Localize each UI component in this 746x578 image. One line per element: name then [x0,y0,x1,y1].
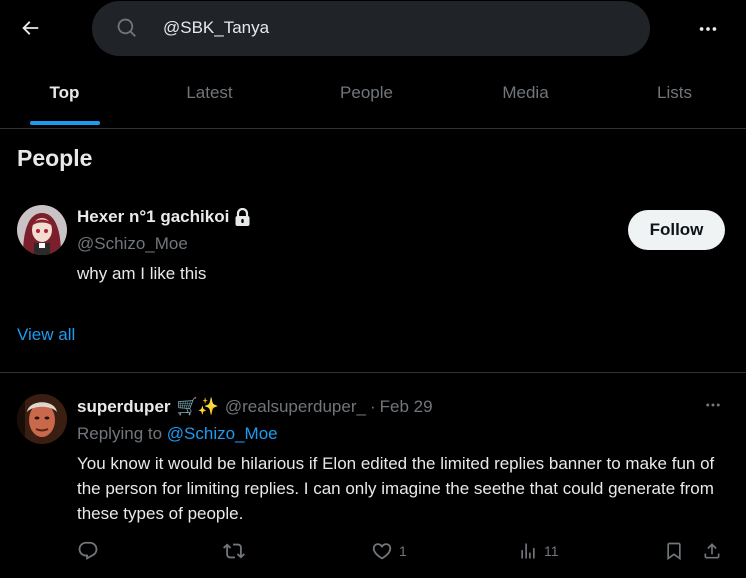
active-tab-indicator [30,121,100,125]
section-divider [0,372,746,373]
author-emoji: 🛒✨ [176,397,219,416]
replying-to: Replying to @Schizo_Moe [77,424,278,444]
tab-media[interactable]: Media [461,58,590,128]
post-header: superduper 🛒✨ @realsuperduper_ · Feb 29 [77,397,433,417]
user-name[interactable]: Hexer n°1 gachikoi [77,207,251,227]
post-author-name[interactable]: superduper [77,397,171,417]
post-text: You know it would be hilarious if Elon e… [77,454,715,523]
post-author-handle[interactable]: @realsuperduper_ [225,397,366,417]
replying-label: Replying to [77,424,163,443]
search-icon [117,18,136,37]
views-count: 11 [544,543,559,559]
follow-button[interactable]: Follow [628,210,725,250]
bookmark-button[interactable] [664,538,684,564]
bookmark-icon [667,542,681,561]
replying-handle[interactable]: @Schizo_Moe [167,424,278,443]
post-author-avatar[interactable] [17,394,67,444]
like-button[interactable]: 1 [371,538,407,564]
people-section-title: People [17,145,93,171]
reply-icon [78,541,98,560]
more-options-button[interactable] [693,14,723,44]
like-count: 1 [399,543,407,559]
search-tabs: Top Latest People Media Lists [0,58,746,129]
repost-icon [223,543,245,559]
views-button[interactable]: 11 [518,538,559,564]
repost-button[interactable] [222,538,252,564]
post-more-button[interactable] [698,393,728,417]
reply-button[interactable] [77,538,105,564]
back-button[interactable] [14,12,46,44]
search-input[interactable] [163,13,623,43]
post-avatar-image [17,394,67,444]
avatar[interactable] [17,205,67,255]
more-horizontal-icon [706,403,720,407]
share-button[interactable] [702,538,722,564]
top-header [0,0,746,58]
tab-latest[interactable]: Latest [145,58,274,128]
tab-top[interactable]: Top [0,58,129,128]
lock-icon [235,207,250,226]
user-display-name: Hexer n°1 gachikoi [77,207,230,226]
post-date[interactable]: Feb 29 [380,397,433,417]
analytics-icon [521,543,535,559]
heart-icon [372,543,392,560]
view-all-link[interactable]: View all [17,325,75,345]
user-handle[interactable]: @Schizo_Moe [77,234,188,254]
more-horizontal-icon [699,27,717,31]
arrow-left-icon [22,21,39,35]
share-icon [704,543,720,559]
tab-people[interactable]: People [302,58,431,128]
tab-lists[interactable]: Lists [610,58,739,128]
user-bio: why am I like this [77,264,207,283]
user-avatar-image [17,205,67,255]
search-bar[interactable] [92,1,650,56]
separator-dot: · [369,397,376,416]
